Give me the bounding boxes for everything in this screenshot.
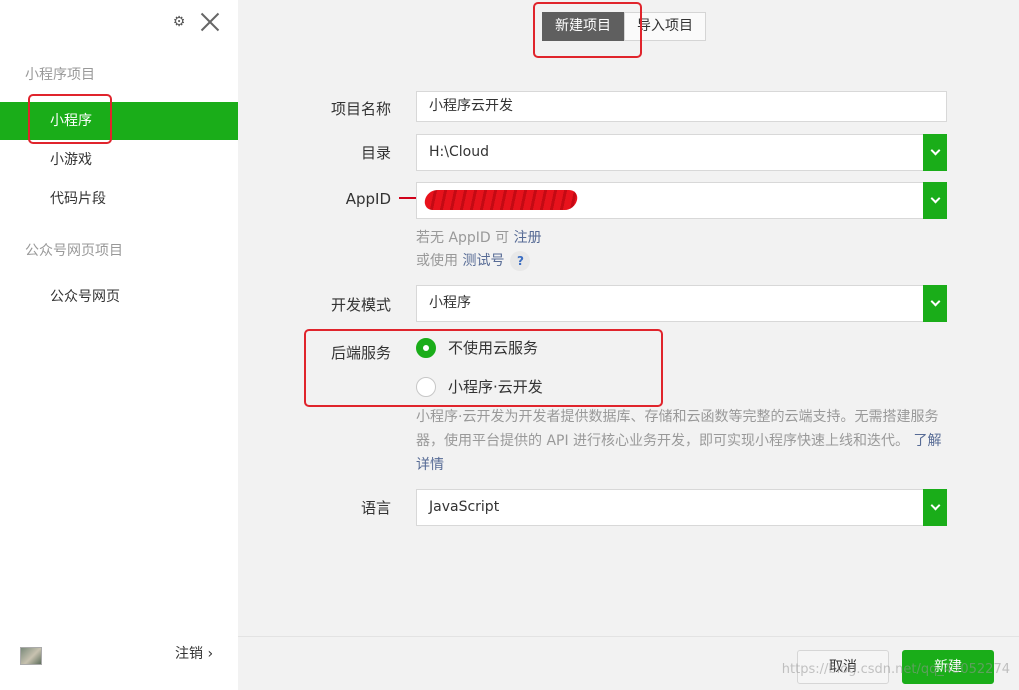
sidebar: ⚙ 小程序项目 小程序 小游戏 代码片段 公众号网页项目 公众号网页 注销 › bbox=[0, 0, 238, 690]
language-label: 语言 bbox=[360, 499, 391, 517]
help-icon[interactable]: ? bbox=[510, 251, 531, 271]
project-tabs: 新建项目 导入项目 bbox=[542, 12, 706, 41]
dev-mode-value: 小程序 bbox=[429, 295, 471, 311]
directory-select[interactable]: H:\Cloud bbox=[416, 134, 947, 171]
project-name-input[interactable]: 小程序云开发 bbox=[416, 91, 947, 122]
register-link[interactable]: 注册 bbox=[514, 230, 542, 246]
tab-import-project[interactable]: 导入项目 bbox=[624, 12, 706, 41]
window-controls: ⚙ bbox=[170, 10, 222, 34]
dev-mode-label: 开发模式 bbox=[330, 296, 391, 314]
section-title-web-project: 公众号网页项目 bbox=[25, 243, 123, 259]
radio-checked-icon[interactable] bbox=[416, 337, 436, 358]
project-name-label: 项目名称 bbox=[330, 100, 391, 118]
language-value: JavaScript bbox=[429, 499, 500, 515]
main-panel: 新建项目 导入项目 项目名称 小程序云开发 目录 H:\Cloud AppID … bbox=[238, 0, 1019, 690]
directory-label: 目录 bbox=[360, 144, 391, 162]
appid-label: AppID bbox=[345, 190, 391, 208]
chevron-down-icon[interactable] bbox=[923, 489, 947, 526]
radio-unchecked-icon[interactable] bbox=[416, 376, 436, 397]
sidebar-item-code-snippet[interactable]: 代码片段 bbox=[0, 180, 238, 218]
close-icon[interactable] bbox=[198, 10, 222, 34]
language-select[interactable]: JavaScript bbox=[416, 489, 947, 526]
appid-register-hint: 若无 AppID 可 注册 bbox=[416, 230, 542, 246]
tab-new-project[interactable]: 新建项目 bbox=[542, 12, 624, 41]
directory-value: H:\Cloud bbox=[429, 144, 489, 160]
backend-service-label: 后端服务 bbox=[330, 344, 391, 362]
test-account-link[interactable]: 测试号 bbox=[462, 253, 504, 269]
chevron-down-icon[interactable] bbox=[923, 182, 947, 219]
sidebar-footer: 注销 › bbox=[0, 640, 238, 690]
appid-redaction bbox=[422, 190, 580, 210]
chevron-down-icon[interactable] bbox=[923, 134, 947, 171]
cloud-dev-description: 小程序·云开发为开发者提供数据库、存储和云函数等完整的云端支持。无需搭建服务器，… bbox=[416, 409, 942, 473]
sidebar-item-mini-program[interactable]: 小程序 bbox=[0, 102, 238, 140]
dev-mode-select[interactable]: 小程序 bbox=[416, 285, 947, 322]
footer-divider bbox=[238, 636, 1019, 637]
appid-select[interactable] bbox=[416, 182, 947, 219]
avatar[interactable] bbox=[20, 647, 42, 665]
test-account-hint: 或使用 测试号? bbox=[416, 250, 531, 271]
sidebar-item-mini-game[interactable]: 小游戏 bbox=[0, 141, 238, 179]
section-title-mini-program: 小程序项目 bbox=[25, 67, 95, 83]
logout-link[interactable]: 注销 › bbox=[175, 643, 213, 663]
backend-option-no-cloud[interactable]: 不使用云服务 bbox=[416, 337, 538, 358]
backend-option-cloud-dev[interactable]: 小程序·云开发 bbox=[416, 376, 543, 397]
chevron-down-icon[interactable] bbox=[923, 285, 947, 322]
settings-gear-icon[interactable]: ⚙ bbox=[170, 13, 188, 31]
watermark: https://blog.csdn.net/qq_43052274 bbox=[781, 662, 1010, 677]
sidebar-item-official-web[interactable]: 公众号网页 bbox=[0, 278, 238, 316]
